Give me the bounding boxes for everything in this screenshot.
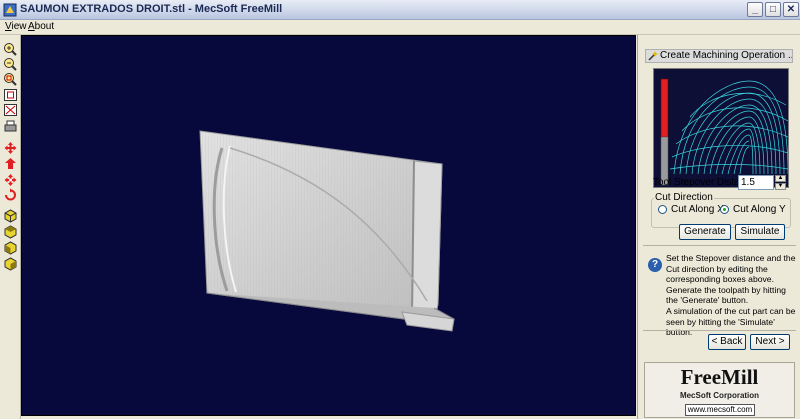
iso-view-icon[interactable] <box>3 209 18 223</box>
spin-down-icon: ▼ <box>777 183 784 189</box>
close-icon: ✕ <box>786 4 796 15</box>
brand-logo-box: FreeMill MecSoft Corporation www.mecsoft… <box>644 362 795 418</box>
next-button[interactable]: Next > <box>750 334 790 350</box>
right-view-icon[interactable] <box>3 257 18 271</box>
divider <box>643 330 796 331</box>
operation-header: Create Machining Operation ... <box>645 49 793 63</box>
brand-corporation: MecSoft Corporation <box>679 391 760 400</box>
zoom-in-icon[interactable] <box>3 42 18 56</box>
brand-url-link[interactable]: www.mecsoft.com <box>685 404 755 416</box>
zoom-out-icon[interactable] <box>3 57 18 71</box>
close-button[interactable]: ✕ <box>783 2 799 17</box>
cut-direction-label: Cut Direction <box>654 192 714 203</box>
stepover-spin-up[interactable]: ▲ <box>775 175 786 182</box>
zoom-window-icon[interactable] <box>3 72 18 86</box>
move-icon[interactable] <box>3 173 18 187</box>
operation-panel: Create Machining Operation ... Tool Step… <box>637 35 800 419</box>
top-view-icon[interactable] <box>3 225 18 239</box>
menu-view[interactable]: View <box>5 21 27 32</box>
3d-viewport[interactable] <box>21 35 636 416</box>
wand-icon <box>648 51 658 61</box>
pan-icon[interactable] <box>3 141 18 155</box>
fit-view-icon[interactable] <box>3 103 18 117</box>
help-icon: ? <box>648 258 662 272</box>
spin-up-icon: ▲ <box>777 175 784 181</box>
generate-button[interactable]: Generate <box>679 224 731 240</box>
orbit-icon[interactable] <box>3 188 18 202</box>
app-window: SAUMON EXTRADOS DROIT.stl - MecSoft Free… <box>0 0 800 419</box>
divider <box>643 245 796 246</box>
help-text: Set the Stepover distance and the Cut di… <box>666 253 796 338</box>
simulate-button[interactable]: Simulate <box>735 224 785 240</box>
stepover-spin-down[interactable]: ▼ <box>775 183 786 190</box>
cut-along-x-label[interactable]: Cut Along X <box>671 204 724 215</box>
freemill-app-icon <box>3 3 17 17</box>
view-toolbar <box>0 35 21 419</box>
cut-along-y-radio[interactable] <box>720 205 729 214</box>
cut-along-x-radio[interactable] <box>658 205 667 214</box>
zoom-extents-icon[interactable] <box>3 88 18 102</box>
printer-icon[interactable] <box>3 119 18 133</box>
back-button[interactable]: < Back <box>708 334 746 350</box>
title-bar[interactable]: SAUMON EXTRADOS DROIT.stl - MecSoft Free… <box>0 0 800 20</box>
toolpath-preview-graphic <box>660 78 788 186</box>
minimize-icon: _ <box>752 4 758 15</box>
menu-bar: View About <box>0 20 800 35</box>
maximize-icon: □ <box>769 4 777 15</box>
rotate-view-icon[interactable] <box>3 157 18 171</box>
brand-name: FreeMill <box>680 365 759 389</box>
minimize-button[interactable]: _ <box>747 2 763 17</box>
maximize-button[interactable]: □ <box>765 2 781 17</box>
cut-along-y-label[interactable]: Cut Along Y <box>733 204 786 215</box>
toolpath-preview <box>653 68 789 188</box>
front-view-icon[interactable] <box>3 241 18 255</box>
part-model <box>199 130 455 332</box>
menu-about[interactable]: About <box>28 21 54 32</box>
stepover-input[interactable]: 1.5 <box>738 175 774 190</box>
operation-header-label: Create Machining Operation ... <box>660 50 793 61</box>
window-title: SAUMON EXTRADOS DROIT.stl - MecSoft Free… <box>20 3 283 15</box>
